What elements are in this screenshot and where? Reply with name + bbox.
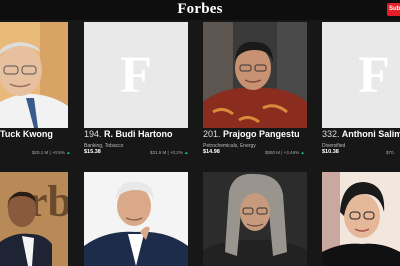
net-worth: $14.98 [203, 149, 220, 155]
worth-change: $70. [386, 150, 395, 155]
profile-photo-placeholder[interactable]: F [322, 22, 400, 128]
profile-photo[interactable] [203, 22, 307, 128]
rank: 194. [84, 129, 102, 139]
net-worth: $15.38 [84, 149, 101, 155]
profile-photo[interactable] [0, 22, 68, 128]
profile-photo-placeholder[interactable]: F [84, 22, 188, 128]
profile-photo[interactable] [84, 172, 188, 266]
up-arrow-icon: ▲ [182, 150, 189, 155]
billionaire-name[interactable]: Anthoni Salim [342, 129, 400, 139]
billionaire-name[interactable]: R. Budi Hartono [104, 129, 173, 139]
rank: 332. [322, 129, 340, 139]
rank: 201. [203, 129, 221, 139]
subscribe-button[interactable]: Sub [387, 3, 400, 16]
forbes-f-icon: F [120, 46, 152, 104]
profile-photo[interactable]: orbe [0, 172, 68, 266]
profile-photo[interactable] [203, 172, 307, 266]
billionaire-name[interactable]: Prajogo Pangestu [223, 129, 300, 139]
top-bar: Forbes Sub [0, 0, 400, 20]
billionaire-name[interactable]: Tuck Kwong [0, 129, 53, 139]
forbes-f-icon: F [358, 46, 390, 104]
forbes-logo[interactable]: Forbes [0, 1, 400, 18]
worth-change: $550 M | +3.46% ▲ [265, 150, 305, 155]
profile-photo[interactable] [322, 172, 400, 266]
worth-change: $20.1 M | +0.5% ▲ [32, 150, 71, 155]
net-worth: $10.38 [322, 149, 339, 155]
up-arrow-icon: ▲ [64, 150, 71, 155]
up-arrow-icon: ▲ [299, 150, 305, 155]
worth-change: $31.9 M | +0.2% ▲ [150, 150, 189, 155]
